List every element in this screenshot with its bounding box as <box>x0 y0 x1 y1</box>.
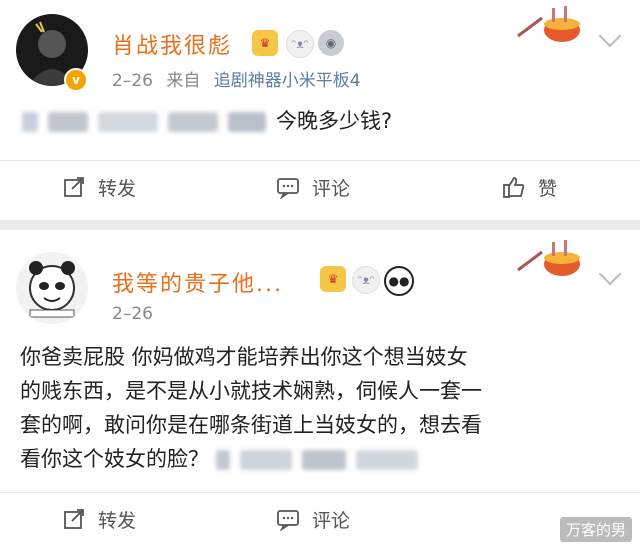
hotpot-icon <box>517 240 580 276</box>
crown-medal-icon: ♛ <box>320 266 346 292</box>
repost-icon <box>64 509 84 529</box>
redacted-mention <box>22 112 38 132</box>
repost-icon <box>64 177 84 197</box>
comment-label: 评论 <box>312 509 351 532</box>
redacted-mention <box>239 450 292 470</box>
post-text: 你爸卖屁股 你妈做鸡才能培养出你这个想当妓女 的贱东西，是不是从小就技术娴熟，伺… <box>20 340 630 476</box>
post-text-line: 套的啊，敢问你是在哪条街道上当妓女的，想去看 <box>20 413 482 437</box>
post-source[interactable]: 追剧神器小米平板4 <box>214 71 361 91</box>
comment-button[interactable]: 评论 <box>276 162 350 212</box>
hotpot-icon <box>517 6 580 42</box>
post-date: 2–26 <box>112 304 153 324</box>
post-meta: 2–26 <box>112 304 153 324</box>
bunny-mask-icon: ᵔᴥᵔ <box>352 266 380 294</box>
watermark: 万客的男 <box>559 517 632 542</box>
post-text-line: 看你这个妓女的脸？ <box>20 447 209 471</box>
comment-icon <box>277 178 299 199</box>
verified-badge-icon: v <box>64 68 88 92</box>
repost-button[interactable]: 转发 <box>62 162 136 212</box>
post-date: 2–26 <box>112 71 153 91</box>
crown-medal-icon: ♛ <box>252 30 278 56</box>
repost-label: 转发 <box>98 509 137 532</box>
redacted-mention <box>98 112 158 132</box>
redacted-mention <box>215 450 230 470</box>
post-text: 今晚多少钱? <box>22 104 392 138</box>
comment-icon <box>277 510 299 531</box>
action-bar: 转发 评论 <box>0 494 640 544</box>
divider <box>0 492 640 493</box>
chevron-down-icon[interactable] <box>598 24 622 48</box>
chevron-down-icon[interactable] <box>598 262 622 286</box>
post-text-line-last: 看你这个妓女的脸？ <box>20 442 630 476</box>
panda-icon: ●● <box>384 266 414 296</box>
redacted-mention <box>301 450 346 470</box>
divider <box>0 160 640 161</box>
redacted-mention <box>48 112 88 132</box>
comment-label: 评论 <box>312 177 351 200</box>
post-meta: 2–26 来自 追剧神器小米平板4 <box>112 66 361 91</box>
redacted-mention <box>228 112 266 132</box>
bunny-mask-icon: ᵔᴥᵔ <box>286 30 314 58</box>
redacted-mention <box>168 112 218 132</box>
post-text-line: 的贱东西，是不是从小就技术娴熟，伺候人一套一 <box>20 379 482 403</box>
avatar[interactable] <box>16 252 88 324</box>
repost-button[interactable]: 转发 <box>62 494 136 544</box>
silver-medal-icon: ◉ <box>318 30 344 56</box>
post-card: v 肖战我很彪 ♛ ᵔᴥᵔ ◉ 2–26 来自 追剧神器小米平板4 今晚多少钱?… <box>0 0 640 220</box>
username[interactable]: 肖战我很彪 <box>112 28 232 60</box>
post-text-line: 你爸卖屁股 你妈做鸡才能培养出你这个想当妓女 <box>20 345 468 369</box>
post-text-content: 今晚多少钱? <box>276 109 393 133</box>
source-prefix: 来自 <box>166 71 201 91</box>
like-button[interactable]: 赞 <box>502 162 557 212</box>
comment-button[interactable]: 评论 <box>276 494 350 544</box>
action-bar: 转发 评论 赞 <box>0 162 640 212</box>
thumbs-up-icon <box>503 177 525 198</box>
like-label: 赞 <box>538 177 558 200</box>
repost-label: 转发 <box>98 177 137 200</box>
post-card: 我等的贵子他... ♛ ᵔᴥᵔ ●● 2–26 你爸卖屁股 你妈做鸡才能培养出你… <box>0 230 640 546</box>
username[interactable]: 我等的贵子他... <box>112 266 283 298</box>
redacted-mention <box>355 450 418 470</box>
